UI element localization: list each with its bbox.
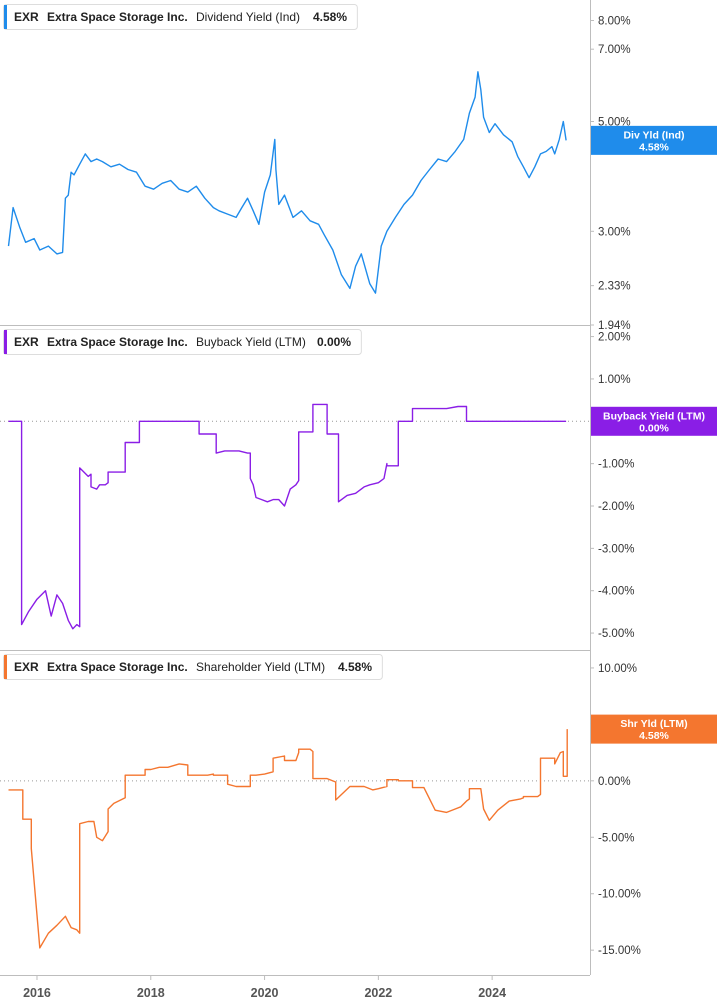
- legend-color-bar: [4, 655, 7, 679]
- y-tick-label: -3.00%: [598, 543, 634, 555]
- panel-dividend-yield: 8.00%7.00%5.00%3.00%2.33%1.94% Div Yld (…: [3, 4, 717, 332]
- x-tick-label: 2018: [137, 986, 165, 1000]
- legend-box: EXR Extra Space Storage Inc. Shareholder…: [3, 654, 383, 680]
- y-tick-label: -10.00%: [598, 889, 641, 901]
- x-axis-ticks: 2016 2018 2020 2022 2024: [23, 975, 506, 1000]
- series-line: [7, 71, 567, 294]
- y-tick-label: 8.00%: [598, 15, 631, 27]
- y-tick-label: 3.00%: [598, 226, 631, 238]
- legend-ticker: EXR: [14, 10, 39, 24]
- value-tag-value: 4.58%: [639, 730, 669, 742]
- value-tag: Buyback Yield (LTM) 0.00%: [591, 406, 717, 436]
- x-tick-label: 2020: [251, 986, 279, 1000]
- x-tick-label: 2024: [478, 986, 506, 1000]
- y-tick-label: -5.00%: [598, 832, 634, 844]
- y-tick-label: 2.00%: [598, 332, 631, 344]
- series-line: [8, 403, 567, 630]
- value-tag-label: Div Yld (Ind): [623, 129, 684, 141]
- legend-latest: 4.58%: [338, 660, 372, 674]
- value-tag-value: 4.58%: [639, 141, 669, 153]
- y-tick-label: 1.00%: [598, 374, 631, 386]
- y-tick-label: -5.00%: [598, 628, 634, 640]
- y-tick-label: 7.00%: [598, 44, 631, 56]
- legend-color-bar: [4, 330, 7, 354]
- legend-company: Extra Space Storage Inc.: [47, 10, 188, 24]
- legend-metric: Buyback Yield (LTM): [196, 335, 306, 349]
- legend-color-bar: [4, 5, 7, 29]
- y-tick-label: -1.00%: [598, 459, 634, 471]
- y-axis-ticks: 2.00% 1.00% -1.00% -2.00% -3.00% -4.00% -5.00%: [590, 332, 634, 640]
- series-line: [8, 729, 568, 949]
- legend-company: Extra Space Storage Inc.: [47, 335, 188, 349]
- value-tag: Div Yld (Ind) 4.58%: [591, 125, 717, 155]
- panel-shareholder-yield: 10.00%5.00%0.00%-5.00%-10.00%-15.00% Shr…: [0, 654, 717, 957]
- y-tick-label: -15.00%: [598, 945, 641, 957]
- x-tick-label: 2016: [23, 986, 51, 1000]
- legend-box: EXR Extra Space Storage Inc. Buyback Yie…: [3, 329, 362, 355]
- value-tag-value: 0.00%: [639, 422, 669, 434]
- y-tick-label: 2.33%: [598, 281, 631, 293]
- value-tag: Shr Yld (LTM) 4.58%: [591, 714, 717, 744]
- legend-latest: 4.58%: [313, 10, 347, 24]
- legend-box: EXR Extra Space Storage Inc. Dividend Yi…: [3, 4, 358, 30]
- chart-canvas: 8.00%7.00%5.00%3.00%2.33%1.94% Div Yld (…: [0, 0, 717, 1000]
- legend-latest: 0.00%: [317, 335, 351, 349]
- y-tick-label: 1.94%: [598, 320, 631, 332]
- legend-company: Extra Space Storage Inc.: [47, 660, 188, 674]
- legend-ticker: EXR: [14, 660, 39, 674]
- y-tick-label: -2.00%: [598, 501, 634, 513]
- y-axis-ticks: 10.00%5.00%0.00%-5.00%-10.00%-15.00%: [590, 663, 641, 957]
- value-tag-label: Buyback Yield (LTM): [603, 410, 705, 422]
- y-tick-label: -4.00%: [598, 586, 634, 598]
- y-tick-label: 10.00%: [598, 663, 637, 675]
- panel-buyback-yield: 2.00% 1.00% -1.00% -2.00% -3.00% -4.00% -5.00%…: [0, 329, 717, 640]
- legend-ticker: EXR: [14, 335, 39, 349]
- y-tick-label: 0.00%: [598, 776, 631, 788]
- value-tag-label: Shr Yld (LTM): [620, 718, 687, 730]
- x-tick-label: 2022: [364, 986, 392, 1000]
- legend-metric: Shareholder Yield (LTM): [196, 660, 325, 674]
- y-axis-ticks: 8.00%7.00%5.00%3.00%2.33%1.94%: [590, 15, 631, 332]
- legend-metric: Dividend Yield (Ind): [196, 10, 300, 24]
